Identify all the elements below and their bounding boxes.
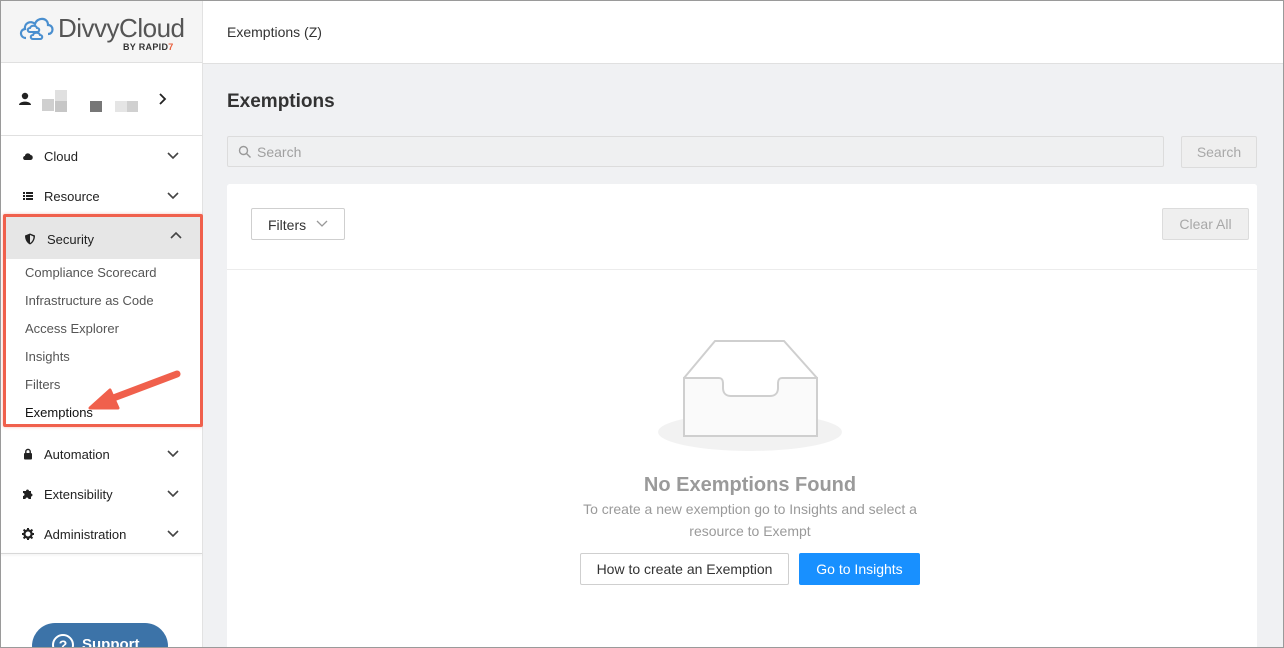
sidebar-subitem-insights[interactable]: Insights [25,349,70,364]
lock-icon [24,448,32,460]
chevron-up-icon[interactable] [169,230,183,240]
support-button[interactable]: ? Support [32,623,168,648]
sidebar-item-label: Administration [44,527,127,542]
gear-icon [22,528,34,540]
sidebar-item-label: Automation [44,447,110,462]
chevron-right-icon[interactable] [158,92,168,106]
chevron-down-icon[interactable] [166,151,180,161]
shield-icon [25,233,35,245]
redacted-username [42,99,54,111]
sidebar-item-security[interactable]: Security [6,217,200,259]
breadcrumb-title: Exemptions (Z) [227,24,322,40]
list-icon [23,192,33,200]
brand-name: DivvyCloud [58,13,185,43]
byline-seven: 7 [168,42,174,52]
sidebar-divider [0,553,202,554]
chevron-down-icon[interactable] [166,191,180,201]
sidebar-item-label: Extensibility [44,487,113,502]
search-button[interactable]: Search [1181,136,1257,168]
sidebar-item-resource[interactable]: Resource [0,176,202,216]
search-input[interactable] [257,142,1147,162]
redacted-username [115,101,127,112]
how-to-create-exemption-button[interactable]: How to create an Exemption [580,553,789,585]
divvycloud-logo[interactable]: DivvyCloud BY RAPID7 [0,0,202,63]
brand-byline: BY RAPID7 [123,42,174,52]
main-content: Exemptions Search Filters Clear All No E… [203,64,1284,648]
user-icon [19,92,31,105]
filters-bar: Filters Clear All [227,184,1257,270]
go-to-insights-button[interactable]: Go to Insights [799,553,920,585]
search-box[interactable] [227,136,1164,167]
sidebar-subitem-compliance-scorecard[interactable]: Compliance Scorecard [25,265,157,280]
sidebar-item-administration[interactable]: Administration [0,514,202,554]
sidebar: DivvyCloud BY RAPID7 Cloud Resource Secu… [0,0,203,648]
search-icon [238,145,251,158]
page-title: Exemptions [227,91,335,112]
sidebar-item-label: Security [47,232,94,247]
sidebar-subitem-access-explorer[interactable]: Access Explorer [25,321,119,336]
empty-inbox-icon [658,340,842,451]
exemptions-card: Filters Clear All No Exemptions Found To… [227,184,1257,648]
redacted-username [55,101,67,112]
sidebar-item-automation[interactable]: Automation [0,434,202,474]
clear-all-button[interactable]: Clear All [1162,208,1249,240]
chevron-down-icon[interactable] [166,529,180,539]
filters-button[interactable]: Filters [251,208,345,240]
redacted-username [127,101,138,112]
help-icon: ? [52,634,74,648]
redacted-username [55,90,67,101]
cloud-icon [23,153,33,160]
byline-rapid: RAPID [138,42,169,52]
sidebar-item-extensibility[interactable]: Extensibility [0,474,202,514]
chevron-down-icon[interactable] [166,489,180,499]
top-bar: Exemptions (Z) [203,0,1284,64]
cloud-logo-icon [19,17,54,40]
annotation-arrow-icon [88,370,181,410]
sidebar-item-cloud[interactable]: Cloud [0,136,202,176]
puzzle-icon [23,489,33,499]
sidebar-item-label: Cloud [44,149,78,164]
chevron-down-icon[interactable] [166,449,180,459]
chevron-down-icon [316,220,328,227]
filters-label: Filters [268,217,307,233]
redacted-username [90,101,102,112]
empty-state-title: No Exemptions Found [643,474,857,496]
support-label: Support [82,636,140,648]
sidebar-subitem-infrastructure-as-code[interactable]: Infrastructure as Code [25,293,154,308]
sidebar-subitem-filters[interactable]: Filters [25,377,60,392]
empty-state-description: To create a new exemption go to Insights… [583,501,917,539]
sidebar-item-label: Resource [44,189,100,204]
byline-prefix: BY [123,42,139,52]
